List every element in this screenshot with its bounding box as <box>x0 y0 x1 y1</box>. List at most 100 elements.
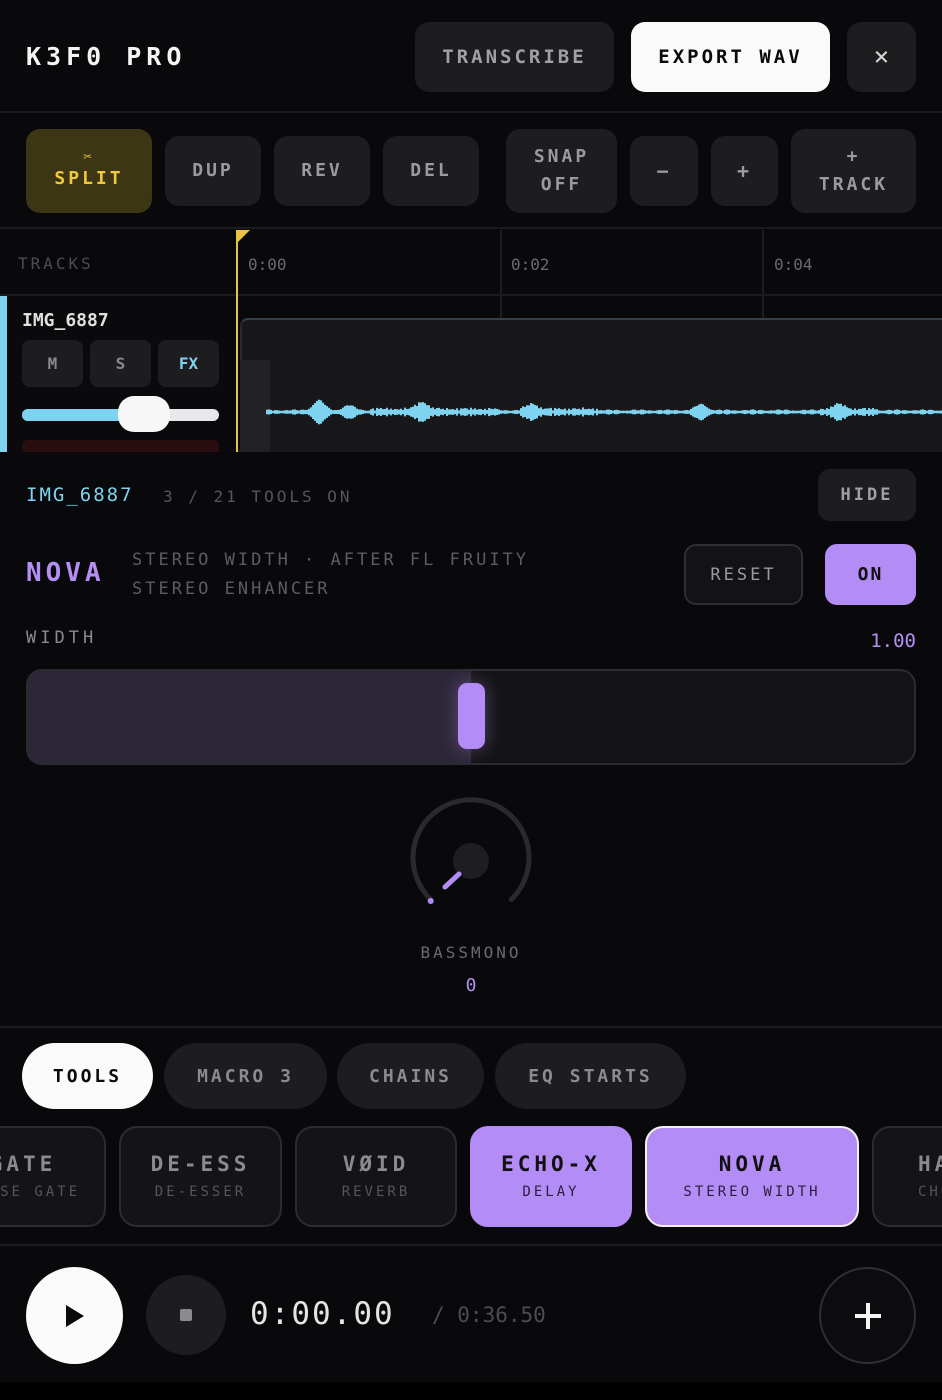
waveform-bar <box>344 406 346 418</box>
waveform-bar <box>662 410 664 414</box>
waveform-bar <box>850 408 852 416</box>
close-button[interactable]: × <box>847 22 916 92</box>
width-slider-thumb[interactable] <box>458 683 485 749</box>
fx-button[interactable]: FX <box>158 340 219 387</box>
waveform-bar <box>330 409 332 415</box>
waveform-bar <box>454 409 456 415</box>
waveform-bar <box>640 409 642 415</box>
hide-panel-button[interactable]: HIDE <box>818 469 916 521</box>
waveform-bar <box>332 410 334 414</box>
waveform-bar <box>436 408 438 417</box>
waveform-bar <box>534 405 536 419</box>
duplicate-button[interactable]: DUP <box>165 136 261 206</box>
bassmono-value: 0 <box>465 975 477 996</box>
waveform-bar <box>802 409 804 415</box>
tool-card-subtitle: REVERB <box>341 1183 411 1200</box>
zoom-out-button[interactable]: − <box>630 136 698 206</box>
waveform-bar <box>898 409 900 415</box>
waveform-bar <box>458 410 460 414</box>
tab-macro[interactable]: MACRO 3 <box>164 1043 327 1109</box>
tool-card-partial[interactable]: HA CHO <box>872 1126 942 1227</box>
waveform-bar <box>588 408 590 416</box>
waveform-bar <box>718 409 720 415</box>
waveform-bar <box>646 410 648 414</box>
waveform-bar <box>578 408 580 416</box>
waveform-bar <box>768 410 770 414</box>
tool-card-nova[interactable]: NOVA STEREO WIDTH <box>645 1126 859 1227</box>
split-button[interactable]: ✂ SPLIT <box>26 129 152 213</box>
waveform-bar <box>744 410 746 415</box>
waveform-bar <box>642 409 644 415</box>
waveform-bar <box>688 410 690 414</box>
waveform-bar <box>524 407 526 417</box>
waveform-bar <box>356 408 358 416</box>
bassmono-knob[interactable] <box>405 796 537 928</box>
waveform-bar <box>514 410 516 414</box>
waveform-bar <box>904 410 906 414</box>
waveform-bar <box>760 409 762 415</box>
waveform-bar <box>692 407 694 417</box>
export-wav-button[interactable]: EXPORT WAV <box>631 22 830 92</box>
tool-card-de-ess[interactable]: DE-ESS DE-ESSER <box>119 1126 282 1227</box>
tab-eq-starts[interactable]: EQ STARTS <box>495 1043 686 1109</box>
solo-button[interactable]: S <box>90 340 151 387</box>
delete-button[interactable]: DEL <box>383 136 479 206</box>
waveform-bar <box>920 409 922 415</box>
waveform-bar <box>892 410 894 414</box>
waveform-bar <box>528 405 530 419</box>
waveform-bar <box>874 409 876 415</box>
tab-tools[interactable]: TOOLS <box>22 1043 153 1109</box>
tool-card-name: ECHO-X <box>501 1151 601 1176</box>
playhead[interactable] <box>236 236 238 452</box>
waveform-bar <box>424 403 426 421</box>
mute-button[interactable]: M <box>22 340 83 387</box>
waveform-bar <box>796 410 798 414</box>
tool-card-void[interactable]: VØID REVERB <box>295 1126 457 1227</box>
waveform-bar <box>872 408 874 416</box>
plugin-on-toggle[interactable]: ON <box>825 544 916 605</box>
waveform-bar <box>450 409 452 415</box>
waveform-bar <box>394 409 396 415</box>
waveform-bar <box>286 410 288 414</box>
waveform-bar <box>628 410 630 414</box>
waveform-bar <box>734 410 736 414</box>
stop-button[interactable] <box>146 1275 226 1355</box>
waveform-bar <box>806 410 808 414</box>
waveform-bar <box>772 410 774 414</box>
reset-button[interactable]: RESET <box>684 544 803 605</box>
waveform-bar <box>836 403 838 421</box>
tool-card-echo-x[interactable]: ECHO-X DELAY <box>470 1126 632 1227</box>
transcribe-button[interactable]: TRANSCRIBE <box>415 22 614 92</box>
play-button[interactable] <box>26 1267 123 1364</box>
zoom-in-button[interactable]: + <box>711 136 778 206</box>
waveform-bar <box>266 409 268 415</box>
waveform-bar <box>840 403 842 421</box>
waveform-bar <box>862 408 864 416</box>
waveform-bar <box>722 410 724 414</box>
waveform-bar <box>800 410 802 414</box>
waveform-bar <box>834 404 836 420</box>
reverse-button[interactable]: REV <box>274 136 370 206</box>
knob-indicator <box>442 871 462 890</box>
waveform-bar <box>472 409 474 415</box>
waveform-bar <box>556 408 558 416</box>
tab-chains[interactable]: CHAINS <box>337 1043 484 1109</box>
waveform-bar <box>650 410 652 414</box>
add-track-button[interactable]: + TRACK <box>791 129 916 213</box>
waveform-bar <box>318 399 320 425</box>
waveform-bar <box>506 410 508 414</box>
waveform-bar <box>580 409 582 415</box>
volume-slider-thumb[interactable] <box>118 396 170 432</box>
snap-toggle-button[interactable]: SNAP OFF <box>506 129 617 213</box>
add-button[interactable] <box>819 1267 916 1364</box>
playhead-marker[interactable] <box>236 230 250 244</box>
waveform-bar <box>630 410 632 414</box>
waveform-bar <box>606 409 608 415</box>
waveform-bar <box>798 410 800 414</box>
bottom-edge <box>0 1382 942 1400</box>
waveform-bar <box>282 410 284 414</box>
waveform-bar <box>268 409 270 415</box>
waveform-bar <box>302 409 304 415</box>
tool-card-gate[interactable]: GATE NOISE GATE <box>0 1126 106 1227</box>
waveform-bar <box>418 402 420 422</box>
